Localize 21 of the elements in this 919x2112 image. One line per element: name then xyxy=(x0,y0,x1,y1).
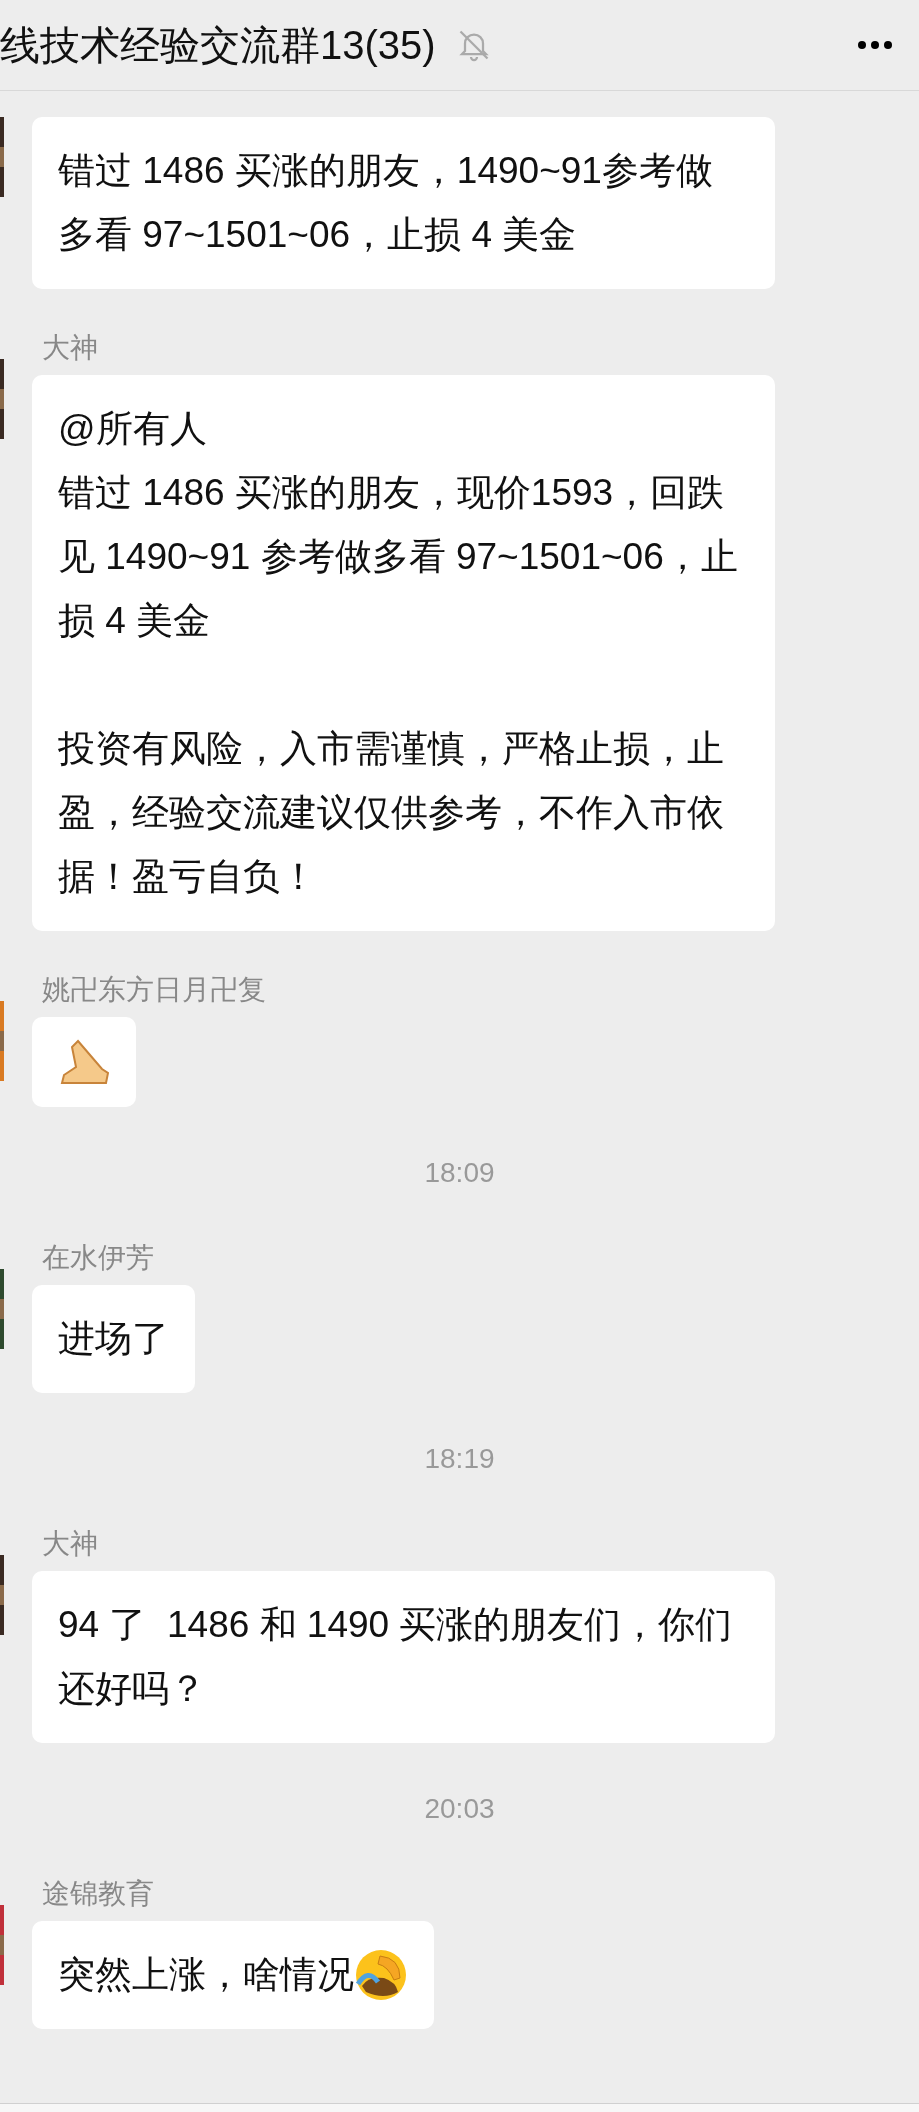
disclaimer-text: 投资有风险，入市需谨慎，严格止损，止盈，经验交流建议仅供参考，不作入市依据！盈亏自负！ xyxy=(58,727,725,899)
sender-name: 大神 xyxy=(42,1527,98,1561)
message-text: 错过 1486 买涨的朋友，1490~91参考做多看 97~1501~06，止损 4 美金 xyxy=(58,149,714,257)
sender-name: 途锦教育 xyxy=(42,1877,154,1911)
message-bubble[interactable]: 进场了 xyxy=(32,1285,195,1393)
chat-title: 线技术经验交流群13(35) xyxy=(0,21,436,69)
message-text: 突然上涨，啥情况 xyxy=(58,1953,354,1997)
message-bubble[interactable]: 突然上涨，啥情况 xyxy=(32,1921,434,2029)
sender-name: 姚卍东方日月卍复 xyxy=(42,973,266,1007)
message-text: 错过 1486 买涨的朋友，现价1593，回跌见 1490~91 参考做多看 97~1501~06，止损 4 美金 xyxy=(58,471,739,643)
message-bubble[interactable]: 错过 1486 买涨的朋友，1490~91参考做多看 97~1501~06，止损 4 美金 xyxy=(32,117,775,289)
timestamp: 20:03 xyxy=(424,1793,495,1825)
message-bubble[interactable]: 94 了 1486 和 1490 买涨的朋友们，你们还好吗？ xyxy=(32,1571,775,1743)
message-text: 进场了 xyxy=(58,1317,169,1361)
timestamp: 18:19 xyxy=(424,1443,495,1475)
message-text: @所有人 xyxy=(58,407,207,451)
timestamp: 18:09 xyxy=(424,1157,495,1189)
sender-name: 在水伊芳 xyxy=(42,1241,154,1275)
message-text: 94 了 1486 和 1490 买涨的朋友们，你们还好吗？ xyxy=(58,1603,734,1711)
sender-name: 大神 xyxy=(42,331,98,365)
message-bubble[interactable]: @所有人 错过 1486 买涨的朋友，现价1593，回跌见 1490~91 参考做多看 97~1501~06，止损 4 美金 投资有风险，入市需谨慎，严格止损，止盈，经验交流建议仅供参考，不作入市依据！盈亏自负！ xyxy=(32,375,775,931)
